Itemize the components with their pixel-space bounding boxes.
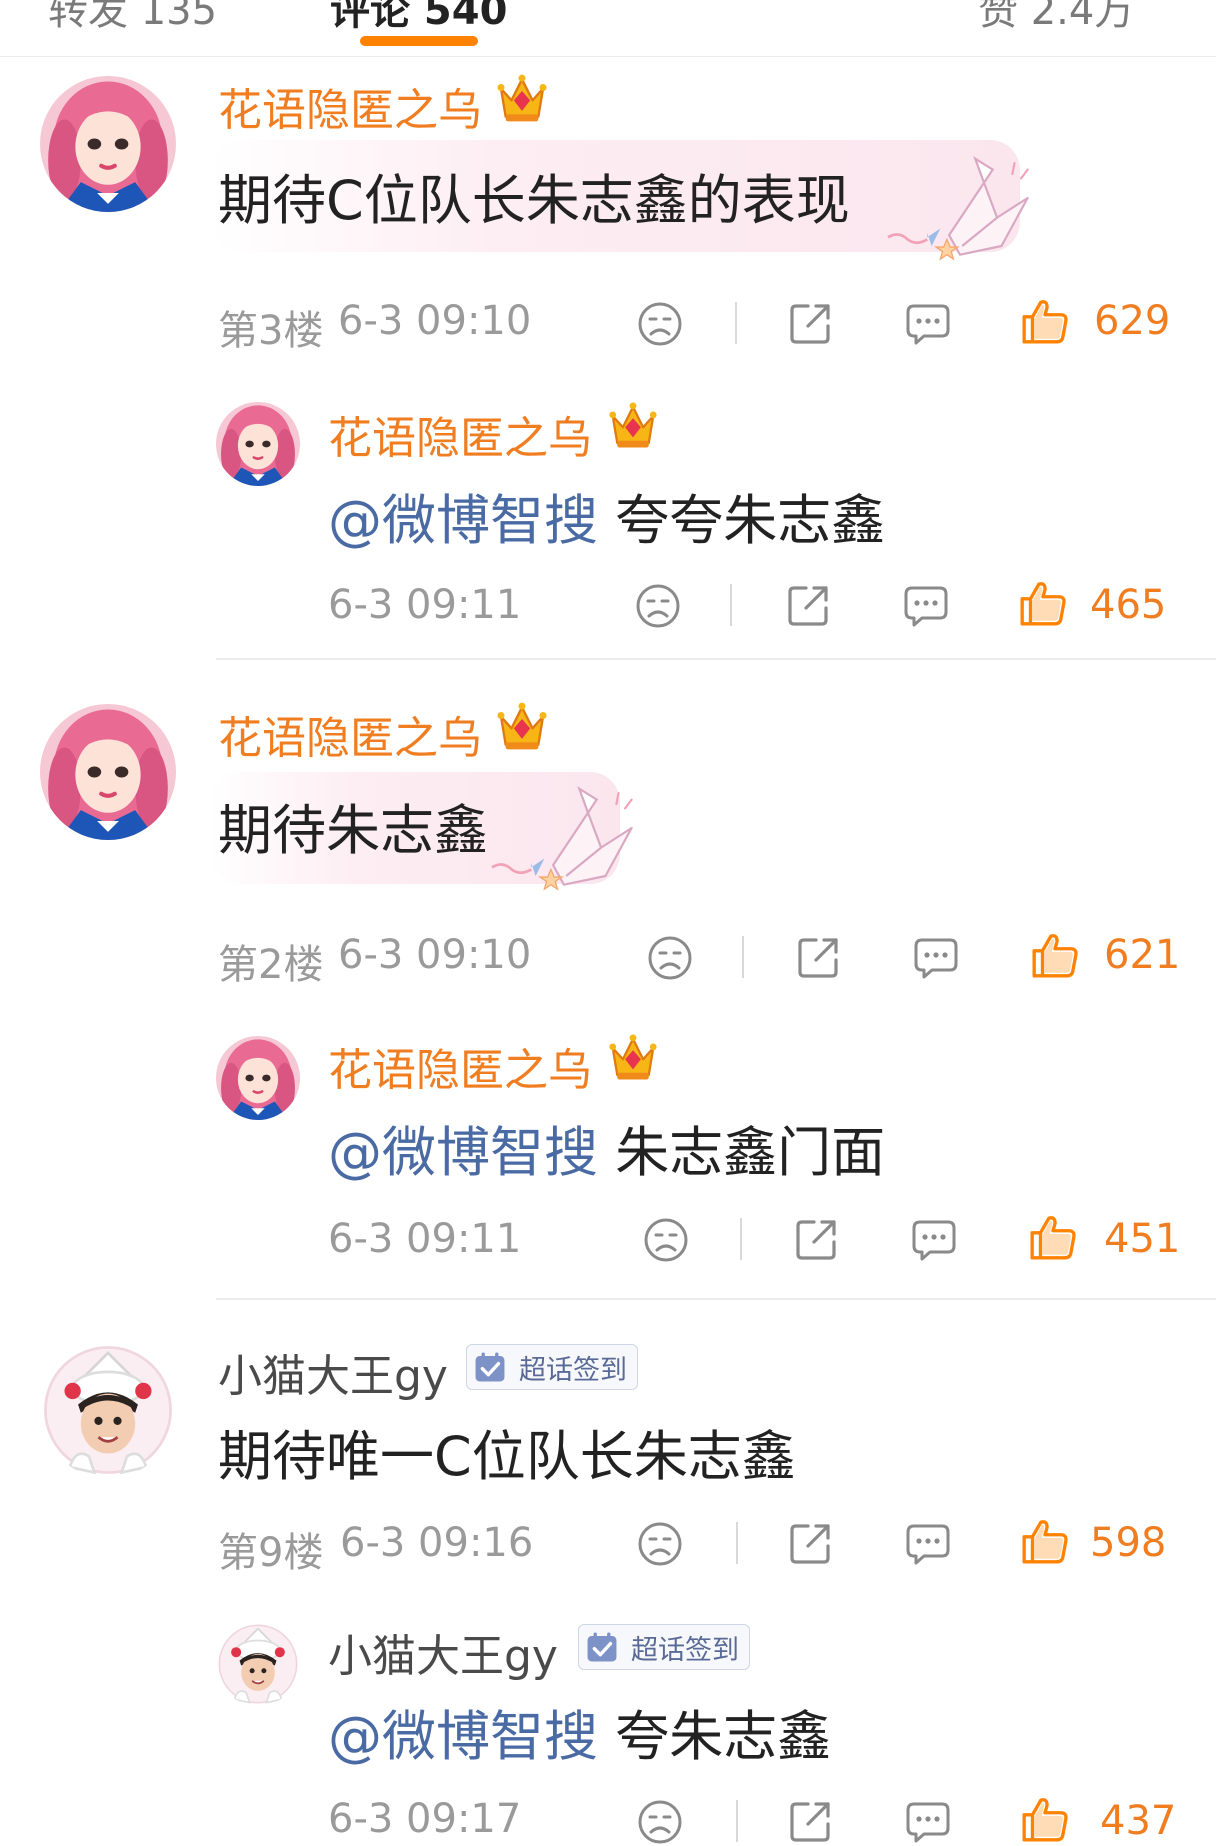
dislike-icon[interactable] — [636, 300, 684, 348]
divider — [742, 936, 744, 978]
share-icon[interactable] — [786, 300, 834, 348]
comment-time: 6-3 09:16 — [340, 1520, 534, 1566]
dislike-icon[interactable] — [646, 934, 694, 982]
paper-crane-decoration-icon — [880, 150, 1040, 270]
tab-reposts[interactable]: 转发 135 — [48, 0, 217, 36]
reply-comment-icon[interactable] — [910, 1216, 958, 1264]
comment-tabs: 转发 135 评论 540 赞 2.4万 — [0, 0, 1216, 57]
comment-floor: 第2楼 — [218, 942, 324, 988]
dislike-icon[interactable] — [636, 1520, 684, 1568]
reply-time: 6-3 09:11 — [328, 582, 522, 628]
comment-floor: 第9楼 — [218, 1530, 324, 1576]
divider — [735, 302, 737, 344]
reply-avatar[interactable] — [216, 1036, 300, 1120]
share-icon[interactable] — [784, 582, 832, 630]
active-tab-indicator — [360, 36, 478, 46]
like-count: 621 — [1104, 932, 1181, 978]
reply-comment-icon[interactable] — [912, 934, 960, 982]
dislike-icon[interactable] — [642, 1216, 690, 1264]
divider — [736, 1522, 738, 1564]
reply-comment-icon[interactable] — [904, 1798, 952, 1846]
mention-link[interactable]: @微博智搜 — [328, 1705, 598, 1768]
reply-comment-icon[interactable] — [904, 300, 952, 348]
like-icon[interactable] — [1030, 930, 1080, 980]
username[interactable]: 花语隐匿之乌 — [218, 702, 482, 766]
dislike-icon[interactable] — [636, 1798, 684, 1846]
comment-floor: 第3楼 — [218, 308, 324, 354]
divider — [740, 1218, 742, 1260]
paper-crane-decoration-icon — [484, 780, 644, 900]
share-icon[interactable] — [786, 1520, 834, 1568]
comment-separator — [216, 1298, 1216, 1300]
comment-time: 6-3 09:10 — [338, 298, 532, 344]
vip-crown-icon — [606, 398, 660, 452]
vip-crown-icon — [606, 1030, 660, 1084]
avatar[interactable] — [40, 704, 176, 840]
avatar[interactable] — [40, 76, 176, 212]
share-icon[interactable] — [786, 1798, 834, 1846]
like-icon[interactable] — [1018, 578, 1068, 628]
checkin-icon — [473, 1350, 507, 1384]
vip-crown-icon — [494, 70, 550, 126]
mention-link[interactable]: @微博智搜 — [328, 1121, 598, 1184]
checkin-icon — [585, 1630, 619, 1664]
divider — [730, 584, 732, 626]
dislike-icon[interactable] — [634, 582, 682, 630]
comment-time: 6-3 09:10 — [338, 932, 532, 978]
like-icon[interactable] — [1020, 296, 1070, 346]
reply-comment-icon[interactable] — [902, 582, 950, 630]
super-topic-checkin-badge[interactable]: 超话签到 — [578, 1624, 750, 1670]
vip-crown-icon — [494, 698, 550, 754]
like-icon[interactable] — [1020, 1794, 1070, 1844]
comment-text: 期待朱志鑫 — [218, 799, 488, 862]
like-count: 451 — [1104, 1216, 1181, 1262]
reply-username[interactable]: 小猫大王gy — [328, 1620, 558, 1684]
reply-text: 夸朱志鑫 — [615, 1705, 832, 1768]
reply-comment-icon[interactable] — [904, 1520, 952, 1568]
avatar[interactable] — [40, 1342, 176, 1478]
username[interactable]: 小猫大王gy — [218, 1340, 448, 1404]
share-icon[interactable] — [792, 1216, 840, 1264]
badge-label: 超话签到 — [519, 1354, 627, 1386]
comment-separator — [216, 658, 1216, 660]
reply-text: 朱志鑫门面 — [615, 1121, 886, 1184]
username[interactable]: 花语隐匿之乌 — [218, 74, 482, 138]
like-count: 465 — [1090, 582, 1167, 628]
like-icon[interactable] — [1020, 1516, 1070, 1566]
reply-username[interactable]: 花语隐匿之乌 — [328, 1034, 592, 1098]
badge-label: 超话签到 — [631, 1634, 739, 1666]
share-icon[interactable] — [794, 934, 842, 982]
comment-text: 期待唯一C位队长朱志鑫 — [218, 1425, 796, 1488]
reply-avatar[interactable] — [216, 1622, 300, 1706]
like-count: 437 — [1100, 1798, 1177, 1844]
like-count: 598 — [1090, 1520, 1167, 1566]
reply-time: 6-3 09:17 — [328, 1796, 522, 1842]
tab-comments[interactable]: 评论 540 — [330, 0, 507, 36]
reply-username[interactable]: 花语隐匿之乌 — [328, 402, 592, 466]
reply-text: 夸夸朱志鑫 — [615, 489, 886, 552]
comment-text: 期待C位队长朱志鑫的表现 — [218, 169, 850, 232]
tab-likes[interactable]: 赞 2.4万 — [978, 0, 1134, 36]
like-count: 629 — [1094, 298, 1171, 344]
super-topic-checkin-badge[interactable]: 超话签到 — [466, 1344, 638, 1390]
reply-avatar[interactable] — [216, 402, 300, 486]
reply-time: 6-3 09:11 — [328, 1216, 522, 1262]
like-icon[interactable] — [1028, 1212, 1078, 1262]
mention-link[interactable]: @微博智搜 — [328, 489, 598, 552]
